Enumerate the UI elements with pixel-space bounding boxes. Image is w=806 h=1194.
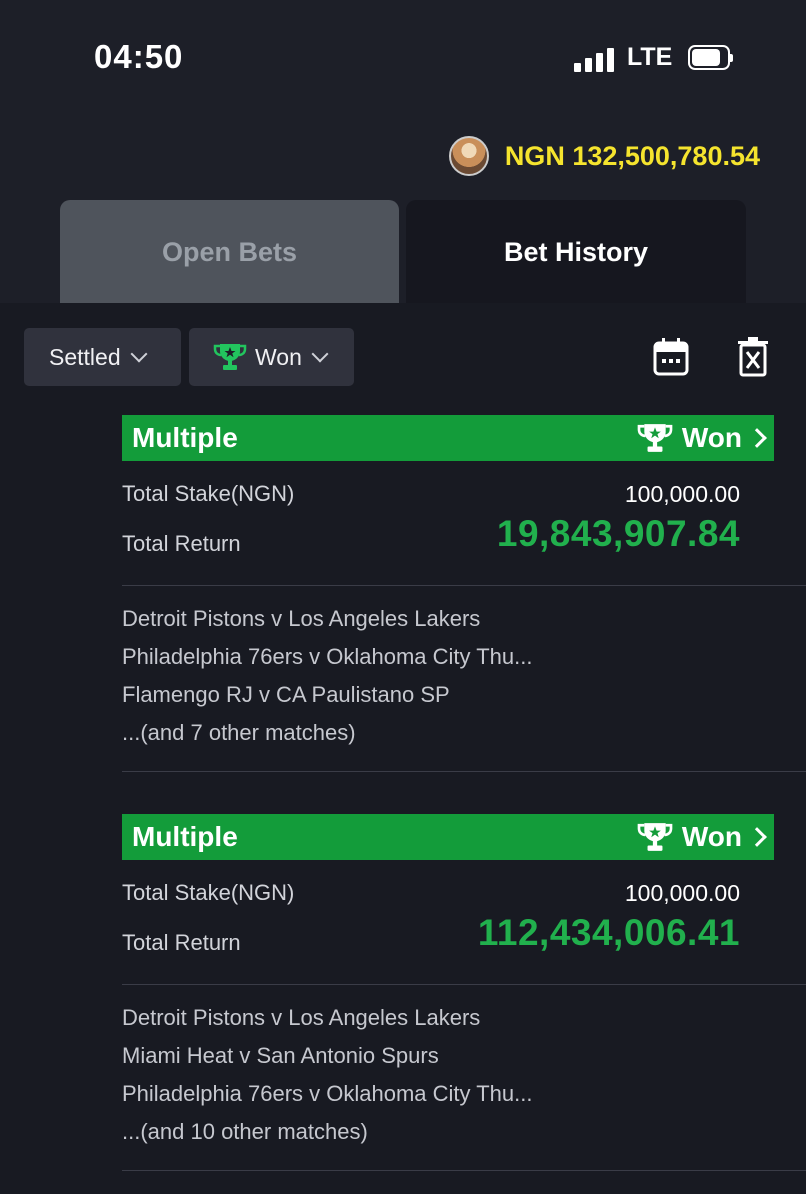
chevron-right-icon [747, 827, 767, 847]
result-filter-dropdown[interactable]: Won [189, 328, 354, 386]
total-return-row: Total Return 19,843,907.84 [122, 513, 774, 573]
total-return-label: Total Return [122, 930, 241, 955]
total-return-row: Total Return 112,434,006.41 [122, 912, 774, 972]
bet-history-panel: Settled Won Multiple Won Total Stake(NGN… [0, 303, 806, 1194]
match-item: Detroit Pistons v Los Angeles Lakers [122, 1005, 481, 1030]
bet-card-header[interactable]: Multiple Won [122, 814, 774, 860]
match-item: Philadelphia 76ers v Oklahoma City Thu..… [122, 1081, 533, 1106]
chevron-down-icon [130, 345, 148, 363]
divider [122, 771, 806, 772]
divider [122, 1170, 806, 1171]
status-bar: 04:50 LTE [0, 0, 806, 110]
balance-amount: NGN 132,500,780.54 [504, 140, 760, 171]
settled-filter-dropdown[interactable]: Settled [24, 328, 181, 386]
match-item: Philadelphia 76ers v Oklahoma City Thu..… [122, 644, 533, 669]
match-item: ...(and 7 other matches) [122, 720, 356, 745]
match-item: Detroit Pistons v Los Angeles Lakers [122, 606, 481, 631]
divider [122, 585, 806, 586]
account-balance[interactable]: NGN 132,500,780.54 [448, 136, 760, 176]
bet-type: Multiple [132, 422, 238, 453]
match-list[interactable]: Detroit Pistons v Los Angeles Lakers Mia… [122, 999, 532, 1151]
match-list[interactable]: Detroit Pistons v Los Angeles Lakers Phi… [122, 600, 532, 752]
trophy-icon [637, 823, 673, 851]
match-item: ...(and 10 other matches) [122, 1119, 368, 1144]
divider [122, 984, 806, 985]
bet-card[interactable]: Multiple Won Total Stake(NGN) 100,000.00… [122, 415, 774, 573]
total-return-label: Total Return [122, 531, 241, 556]
total-return-value: 112,434,006.41 [477, 912, 740, 953]
match-item: Flamengo RJ v CA Paulistano SP [122, 682, 450, 707]
total-stake-value: 100,000.00 [624, 880, 740, 906]
trophy-icon [213, 344, 247, 370]
bet-card[interactable]: Multiple Won Total Stake(NGN) 100,000.00… [122, 814, 774, 972]
total-stake-label: Total Stake(NGN) [122, 481, 295, 506]
delete-icon[interactable] [734, 336, 772, 378]
avatar[interactable] [448, 136, 489, 176]
bet-status[interactable]: Won [636, 422, 774, 454]
bet-status-label: Won [681, 821, 742, 852]
tab-bet-history[interactable]: Bet History [406, 200, 746, 304]
total-stake-label: Total Stake(NGN) [122, 880, 295, 905]
bet-status[interactable]: Won [636, 821, 774, 853]
match-item: Miami Heat v San Antonio Spurs [122, 1043, 439, 1068]
chevron-right-icon [747, 428, 767, 448]
total-return-value: 19,843,907.84 [496, 513, 740, 554]
trophy-icon [637, 424, 673, 452]
settled-filter-label: Settled [49, 343, 121, 370]
bet-type: Multiple [132, 821, 238, 852]
tab-open-bets[interactable]: Open Bets [60, 200, 399, 304]
total-stake-value: 100,000.00 [624, 481, 740, 507]
result-filter-label: Won [255, 343, 302, 370]
bet-status-label: Won [681, 422, 742, 453]
bet-card-header[interactable]: Multiple Won [122, 415, 774, 461]
signal-strength-icon [574, 48, 616, 72]
battery-icon [688, 45, 733, 70]
status-time: 04:50 [94, 38, 184, 75]
calendar-icon[interactable] [652, 336, 690, 378]
bet-tabs: Open Bets Bet History [0, 200, 806, 304]
network-type: LTE [627, 43, 673, 71]
chevron-down-icon [311, 345, 329, 363]
